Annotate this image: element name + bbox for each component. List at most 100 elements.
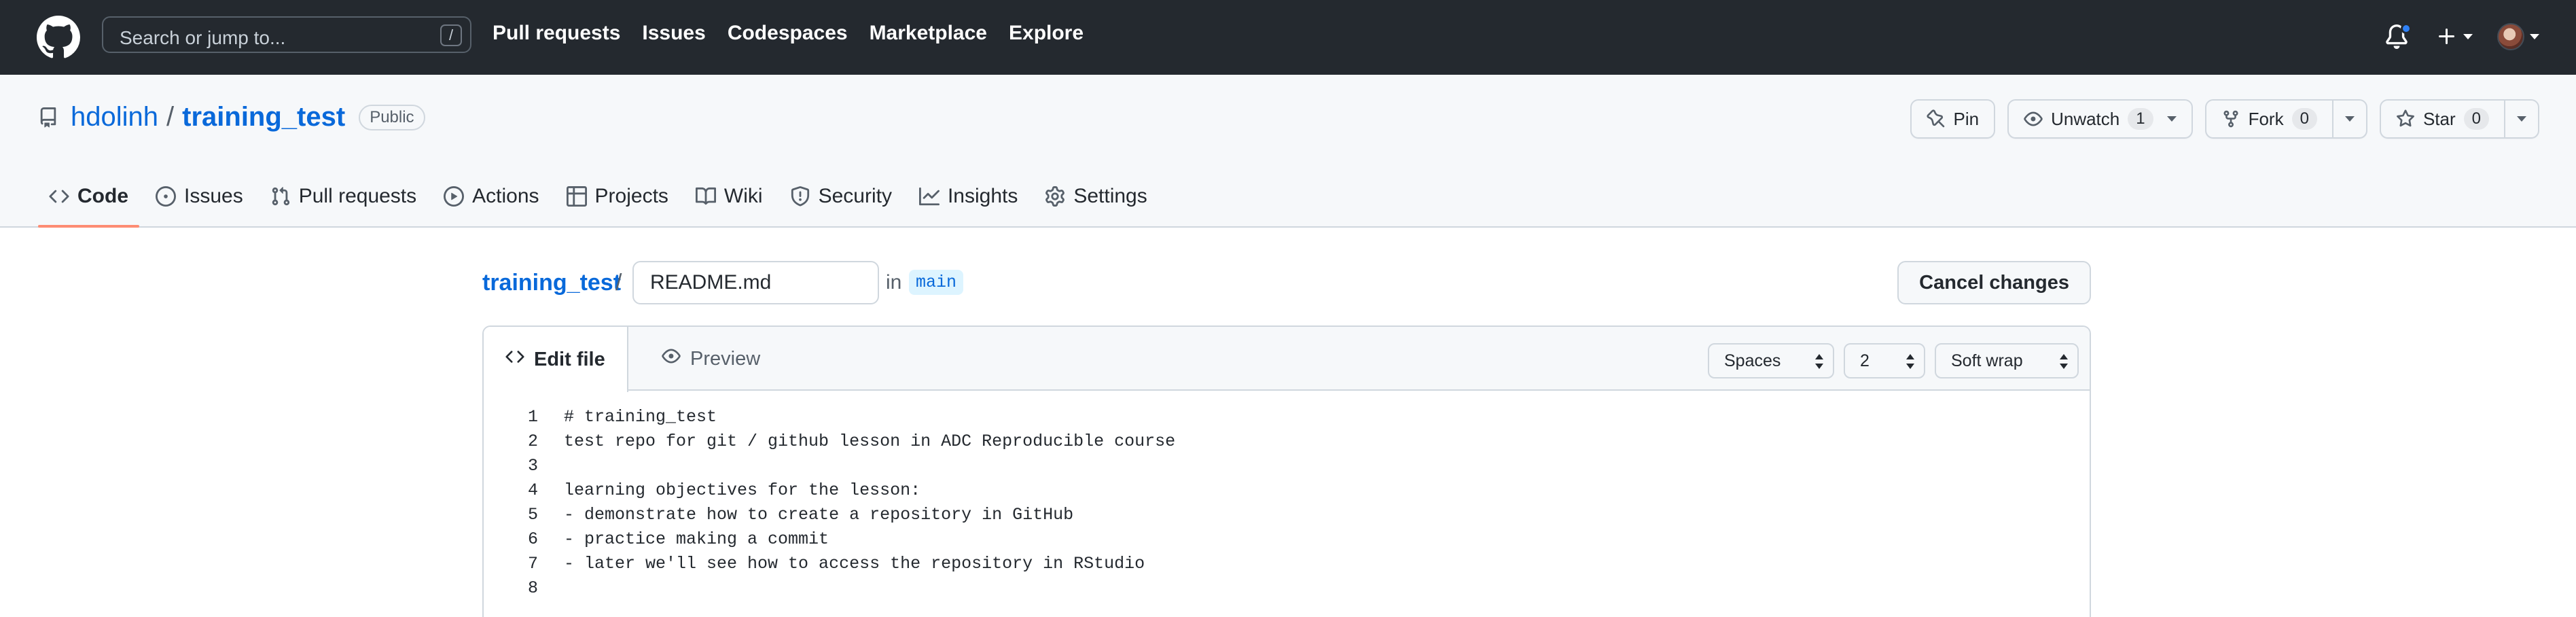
tab-insights[interactable]: Insights (908, 175, 1028, 217)
nav-explore[interactable]: Explore (1009, 22, 1084, 49)
tab-preview[interactable]: Preview (640, 327, 782, 391)
star-button[interactable]: Star 0 (2379, 99, 2539, 139)
code-line: 4 learning objectives for the lesson: (484, 478, 2090, 502)
breadcrumb-separator: / (615, 270, 622, 296)
watch-button[interactable]: Unwatch 1 (2007, 99, 2193, 139)
indent-mode-value: Spaces (1724, 351, 1781, 370)
graph-icon (918, 186, 940, 207)
line-content: # training_test (564, 406, 717, 427)
indent-size-value: 2 (1860, 351, 1870, 370)
search-input[interactable]: Search or jump to... / (102, 16, 471, 53)
chevron-down-icon (2463, 34, 2473, 39)
search-shortcut-key: / (440, 24, 462, 46)
pin-button[interactable]: Pin (1910, 99, 1996, 139)
line-content: learning objectives for the lesson: (564, 480, 921, 500)
tab-security[interactable]: Security (779, 175, 903, 217)
gear-icon (1045, 186, 1065, 207)
tab-wiki[interactable]: Wiki (685, 175, 774, 217)
line-number: 8 (527, 578, 538, 598)
in-label: in (886, 271, 902, 294)
tab-settings[interactable]: Settings (1034, 175, 1158, 217)
fork-button[interactable]: Fork 0 (2204, 99, 2367, 139)
tab-label: Projects (594, 185, 668, 207)
code-line: 8 (484, 576, 2090, 600)
editor-options: Spaces 2 Soft wrap (1708, 343, 2079, 378)
code-line: 6 - practice making a commit (484, 527, 2090, 551)
code-line: 3 (484, 453, 2090, 478)
indent-size-select[interactable]: 2 (1844, 343, 1925, 378)
pull-request-icon (270, 186, 291, 207)
select-arrows-icon (1815, 354, 1823, 369)
create-new-dropdown[interactable] (2436, 26, 2473, 48)
code-line: 2 test repo for git / github lesson in AD… (484, 429, 2090, 453)
tab-edit-label: Edit file (534, 348, 605, 370)
code-line: 5 - demonstrate how to create a repositor… (484, 502, 2090, 527)
fork-label: Fork (2248, 108, 2284, 129)
nav-pull-requests[interactable]: Pull requests (493, 22, 620, 49)
line-content: test repo for git / github lesson in ADC… (564, 431, 1176, 451)
repo-name-link[interactable]: training_test (182, 102, 345, 133)
watch-label: Unwatch (2051, 108, 2120, 129)
fork-dropdown-toggle[interactable] (2331, 101, 2366, 137)
book-icon (695, 186, 716, 207)
line-number: 7 (527, 553, 538, 574)
repo-title: hdolinh / training_test Public (38, 102, 425, 133)
table-icon (566, 186, 587, 207)
play-icon (444, 186, 465, 207)
repo-separator: / (166, 102, 175, 132)
tab-actions[interactable]: Actions (433, 175, 550, 217)
nav-issues[interactable]: Issues (642, 22, 705, 49)
chevron-down-icon (2166, 116, 2177, 122)
wrap-mode-select[interactable]: Soft wrap (1935, 343, 2079, 378)
cancel-changes-button[interactable]: Cancel changes (1897, 261, 2091, 304)
nav-codespaces[interactable]: Codespaces (728, 22, 848, 49)
filename-input[interactable] (632, 261, 879, 304)
file-path-row: training_test / in main Cancel changes (482, 261, 2091, 304)
github-logo-icon[interactable] (37, 16, 80, 59)
tab-issues[interactable]: Issues (145, 175, 254, 217)
star-dropdown-toggle[interactable] (2504, 101, 2538, 137)
tab-label: Settings (1073, 185, 1147, 207)
code-area[interactable]: 1 # training_test 2 test repo for git / gi… (484, 404, 2090, 600)
nav-marketplace[interactable]: Marketplace (870, 22, 987, 49)
tab-preview-label: Preview (690, 347, 761, 370)
tab-projects[interactable]: Projects (556, 175, 679, 217)
chevron-down-icon (2530, 34, 2539, 39)
avatar (2497, 23, 2524, 50)
fork-count: 0 (2291, 108, 2317, 130)
notifications-bell-icon[interactable] (2384, 22, 2412, 52)
tab-label: Security (818, 185, 892, 207)
branch-badge: main (909, 270, 964, 295)
line-content: - later we'll see how to access the repo… (564, 553, 1145, 574)
shield-icon (790, 186, 810, 207)
user-menu[interactable] (2497, 23, 2539, 50)
eye-icon (2024, 111, 2043, 126)
issue-icon (156, 186, 176, 207)
select-arrows-icon (2060, 354, 2068, 369)
star-label: Star (2422, 108, 2456, 129)
repo-owner-link[interactable]: hdolinh (71, 102, 158, 133)
line-content: - demonstrate how to create a repository… (564, 504, 1074, 525)
repo-icon (40, 107, 56, 128)
editor-toolbar: Edit file Preview Spaces 2 Soft wrap (484, 327, 2090, 392)
line-number: 5 (527, 504, 538, 525)
indent-mode-select[interactable]: Spaces (1708, 343, 1834, 378)
chevron-down-icon (2344, 116, 2355, 122)
tab-pull-requests[interactable]: Pull requests (260, 175, 427, 217)
code-icon (505, 347, 524, 372)
tab-code[interactable]: Code (38, 175, 139, 228)
select-arrows-icon (1906, 354, 1914, 369)
wrap-mode-value: Soft wrap (1951, 351, 2023, 370)
line-number: 4 (527, 480, 538, 500)
tab-label: Wiki (723, 185, 763, 207)
star-count: 0 (2463, 108, 2489, 130)
tab-label: Issues (184, 185, 243, 207)
repo-header: hdolinh / training_test Public Pin Unwat… (0, 75, 2576, 228)
plus-icon (2439, 29, 2454, 44)
breadcrumb-repo-link[interactable]: training_test (482, 270, 621, 296)
watch-count: 1 (2128, 108, 2153, 130)
tab-edit-file[interactable]: Edit file (484, 327, 628, 392)
tab-label: Pull requests (298, 185, 417, 207)
chevron-down-icon (2517, 116, 2526, 122)
header-user-area (2384, 18, 2539, 56)
